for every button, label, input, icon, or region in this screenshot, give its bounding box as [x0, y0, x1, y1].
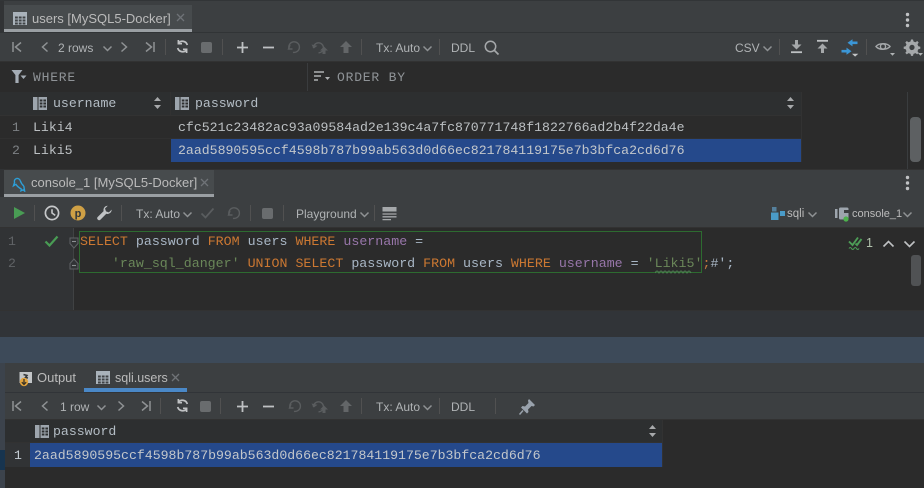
svg-text:p: p	[75, 208, 82, 220]
